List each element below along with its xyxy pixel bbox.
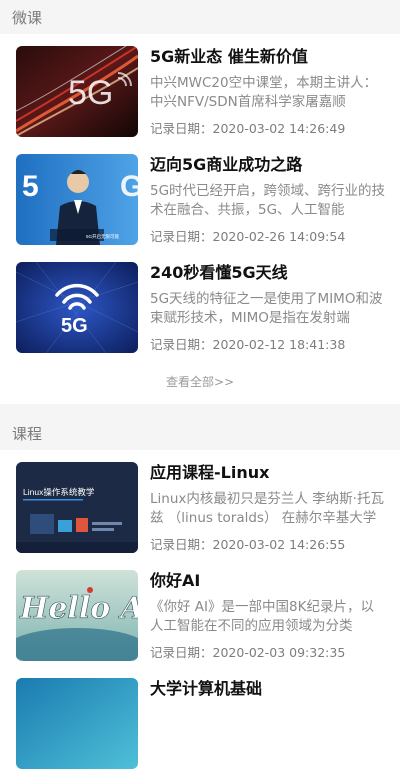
date-value: 2020-03-02 14:26:49 — [212, 121, 346, 136]
date-value: 2020-02-26 14:09:54 — [212, 229, 346, 244]
date-value: 2020-03-02 14:26:55 — [212, 537, 346, 552]
thumb-5-text: 5 — [22, 170, 39, 203]
thumbnail-image: 5G — [16, 46, 138, 137]
thumbnail-5g-wifi: 5G — [16, 262, 138, 353]
section-title-micro: 微课 — [12, 8, 43, 27]
section-divider — [0, 404, 400, 416]
thumbnail-hello-ai: Hello AI — [16, 570, 138, 661]
list-item[interactable]: 5G 5G新业态 催生新价值 中兴MWC20空中课堂，本期主讲人：中兴NFV/S… — [0, 34, 400, 142]
item-date-row: 记录日期：2020-02-03 09:32:35 — [150, 642, 345, 661]
thumbnail-5g-light-trails: 5G — [16, 46, 138, 137]
item-description: 《你好 AI》是一部中国8K纪录片，以人工智能在不同的应用领域为分类 — [150, 599, 374, 634]
list-item[interactable]: Linux操作系统教学 应用课程-Linux Linux内核最初只是芬兰人 李纳… — [0, 450, 400, 558]
date-label: 记录日期： — [150, 645, 213, 660]
item-date-row: 记录日期：2020-02-26 14:09:54 — [150, 226, 345, 245]
date-label: 记录日期： — [150, 337, 213, 352]
item-title: 240秒看懂5G天线 — [150, 263, 288, 282]
list-item[interactable]: Hello AI 你好AI 《你好 AI》是一部中国8K纪录片，以人工智能在不同… — [0, 558, 400, 666]
item-title: 应用课程-Linux — [150, 463, 270, 482]
thumbnail-image: 5 G 5G开启无限可能 — [16, 154, 138, 245]
svg-text:G: G — [120, 170, 138, 203]
micro-list: 5G 5G新业态 催生新价值 中兴MWC20空中课堂，本期主讲人：中兴NFV/S… — [0, 34, 400, 404]
course-list: Linux操作系统教学 应用课程-Linux Linux内核最初只是芬兰人 李纳… — [0, 450, 400, 774]
item-description: 5G天线的特征之一是使用了MIMO和波束赋形技术，MIMO是指在发射端 — [150, 291, 383, 326]
item-description: Linux内核最初只是芬兰人 李纳斯·托瓦兹 （linus toralds） 在… — [150, 491, 384, 526]
item-title: 大学计算机基础 — [150, 679, 263, 698]
thumbnail-computer-basics — [16, 678, 138, 769]
thumb-linux-text: Linux操作系统教学 — [23, 487, 95, 497]
date-label: 记录日期： — [150, 537, 213, 552]
list-item[interactable]: 大学计算机基础 — [0, 666, 400, 774]
thumbnail-image — [16, 678, 138, 769]
thumbnail-linux: Linux操作系统教学 — [16, 462, 138, 553]
view-all-row: 查看全部>> — [0, 358, 400, 404]
thumb-hello-text: Hello AI — [19, 591, 138, 626]
date-label: 记录日期： — [150, 229, 213, 244]
thumb-5g-text: 5G — [61, 315, 88, 337]
item-title: 你好AI — [150, 571, 201, 590]
section-title-course: 课程 — [12, 424, 43, 443]
section-header-micro: 微课 — [0, 0, 400, 34]
item-date-row: 记录日期：2020-03-02 14:26:55 — [150, 534, 345, 553]
item-date-row: 记录日期：2020-02-12 18:41:38 — [150, 334, 345, 353]
date-value: 2020-02-03 09:32:35 — [212, 645, 346, 660]
item-title: 迈向5G商业成功之路 — [150, 155, 303, 174]
thumbnail-speaker: 5 G 5G开启无限可能 — [16, 154, 138, 245]
thumbnail-image: Linux操作系统教学 — [16, 462, 138, 553]
list-item[interactable]: 5 G 5G开启无限可能 迈向5G商业成功之路 5G时代已经开启，跨领域、跨行业… — [0, 142, 400, 250]
item-date-row: 记录日期：2020-03-02 14:26:49 — [150, 118, 345, 137]
view-all-link[interactable]: 查看全部>> — [166, 373, 234, 390]
item-description: 中兴MWC20空中课堂，本期主讲人：中兴NFV/SDN首席科学家屠嘉顺 — [150, 75, 378, 110]
thumbnail-image: 5G — [16, 262, 138, 353]
section-header-course: 课程 — [0, 416, 400, 450]
date-value: 2020-02-12 18:41:38 — [212, 337, 346, 352]
thumbnail-image: Hello AI — [16, 570, 138, 661]
item-title: 5G新业态 催生新价值 — [150, 47, 308, 66]
list-item[interactable]: 5G 240秒看懂5G天线 5G天线的特征之一是使用了MIMO和波束赋形技术，M… — [0, 250, 400, 358]
item-description: 5G时代已经开启，跨领域、跨行业的技术在融合、共振，5G、人工智能 — [150, 183, 386, 218]
date-label: 记录日期： — [150, 121, 213, 136]
thumb-5g-text: 5G — [68, 74, 113, 112]
thumb-caption: 5G开启无限可能 — [86, 233, 120, 240]
